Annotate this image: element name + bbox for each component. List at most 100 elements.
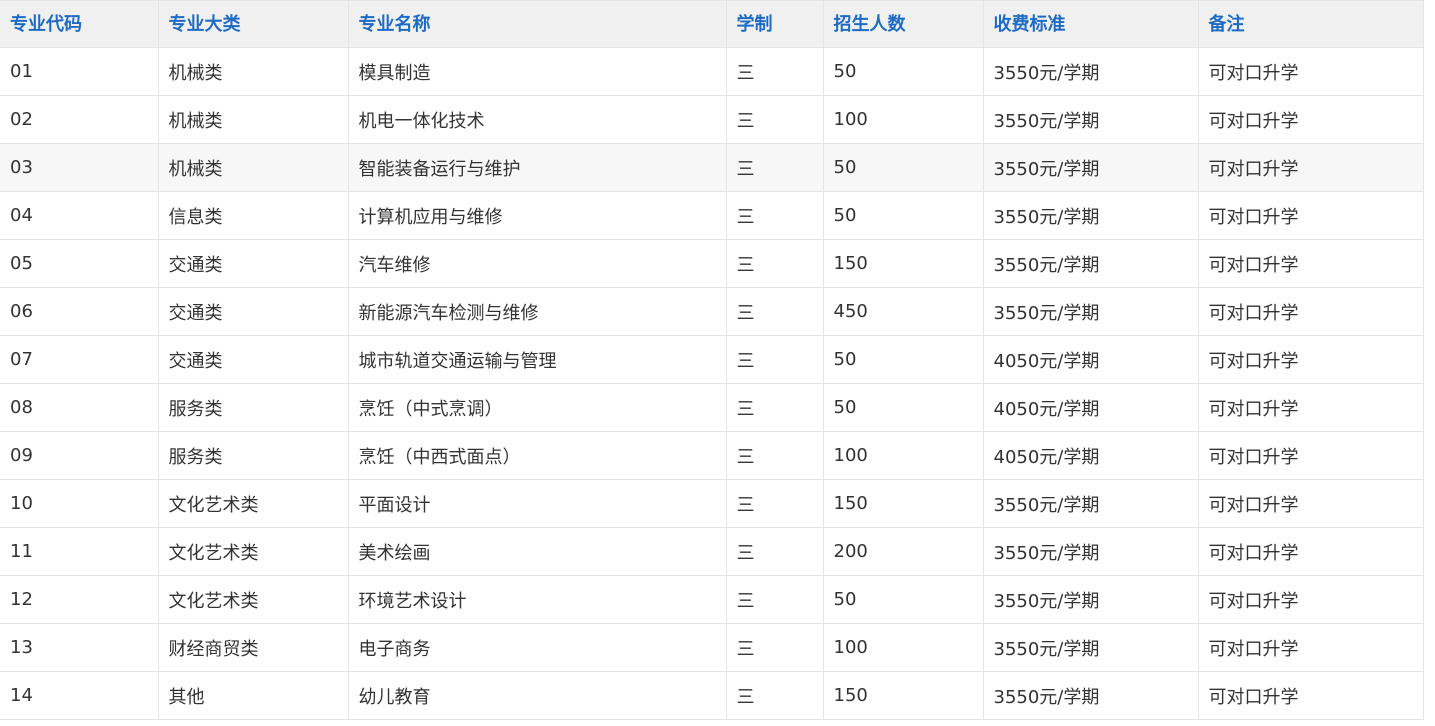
cell-fee: 3550元/学期	[982, 239, 1199, 288]
cell-major-name: 烹饪（中西式面点）	[347, 431, 727, 480]
cell-major-code: 14	[0, 671, 159, 720]
cell-major-category: 交通类	[157, 239, 349, 288]
table-row: 08 服务类 烹饪（中式烹调）三 50 4050元/学期 可对口升学	[0, 383, 1424, 432]
cell-major-category: 机械类	[157, 95, 349, 144]
header-major-category: 专业大类	[157, 0, 349, 48]
cell-enrollment: 150	[822, 239, 984, 288]
cell-remarks: 可对口升学	[1197, 335, 1424, 384]
table-row: 02 机械类 机电一体化技术三 100 3550元/学期 可对口升学	[0, 95, 1424, 144]
cell-enrollment: 450	[822, 287, 984, 336]
cell-remarks: 可对口升学	[1197, 47, 1424, 96]
cell-fee: 3550元/学期	[982, 527, 1199, 576]
table-row: 12 文化艺术类 环境艺术设计三 50 3550元/学期 可对口升学	[0, 575, 1424, 624]
majors-table: 专业代码 专业大类 专业名称 学制 招生人数 收费标准 备注 01 机械类 模具制造…	[0, 0, 1424, 720]
cell-fee: 3550元/学期	[982, 47, 1199, 96]
cell-enrollment: 100	[822, 431, 984, 480]
cell-major-name: 电子商务	[347, 623, 727, 672]
header-major-code: 专业代码	[0, 0, 159, 48]
cell-major-name: 新能源汽车检测与维修	[347, 287, 727, 336]
cell-fee: 3550元/学期	[982, 95, 1199, 144]
table-row: 03 机械类 智能装备运行与维护三 50 3550元/学期 可对口升学	[0, 143, 1424, 192]
cell-duration: 三	[725, 671, 824, 720]
table-row: 04 信息类 计算机应用与维修三 50 3550元/学期 可对口升学	[0, 191, 1424, 240]
table-row: 07 交通类 城市轨道交通运输与管理三 50 4050元/学期 可对口升学	[0, 335, 1424, 384]
cell-major-name: 城市轨道交通运输与管理	[347, 335, 727, 384]
cell-duration: 三	[725, 527, 824, 576]
table-row: 13 财经商贸类 电子商务三 100 3550元/学期 可对口升学	[0, 623, 1424, 672]
cell-fee: 4050元/学期	[982, 335, 1199, 384]
cell-duration: 三	[725, 623, 824, 672]
cell-major-code: 06	[0, 287, 159, 336]
cell-major-code: 07	[0, 335, 159, 384]
cell-major-category: 财经商贸类	[157, 623, 349, 672]
cell-major-code: 05	[0, 239, 159, 288]
cell-major-name: 汽车维修	[347, 239, 727, 288]
cell-remarks: 可对口升学	[1197, 287, 1424, 336]
cell-enrollment: 150	[822, 671, 984, 720]
table-body: 01 机械类 模具制造三 50 3550元/学期 可对口升学 02 机械类 机电一体化技术三 10…	[0, 47, 1424, 720]
table-row: 14 其他 幼儿教育三 150 3550元/学期 可对口升学	[0, 671, 1424, 720]
cell-duration: 三	[725, 239, 824, 288]
cell-major-code: 10	[0, 479, 159, 528]
cell-enrollment: 50	[822, 47, 984, 96]
cell-major-code: 03	[0, 143, 159, 192]
cell-remarks: 可对口升学	[1197, 671, 1424, 720]
cell-major-code: 12	[0, 575, 159, 624]
cell-major-name: 计算机应用与维修	[347, 191, 727, 240]
cell-remarks: 可对口升学	[1197, 575, 1424, 624]
cell-remarks: 可对口升学	[1197, 143, 1424, 192]
table-row: 10 文化艺术类 平面设计三 150 3550元/学期 可对口升学	[0, 479, 1424, 528]
cell-fee: 3550元/学期	[982, 191, 1199, 240]
cell-fee: 3550元/学期	[982, 479, 1199, 528]
cell-duration: 三	[725, 479, 824, 528]
cell-duration: 三	[725, 575, 824, 624]
cell-enrollment: 50	[822, 383, 984, 432]
cell-major-category: 其他	[157, 671, 349, 720]
cell-major-code: 02	[0, 95, 159, 144]
cell-enrollment: 50	[822, 191, 984, 240]
cell-enrollment: 200	[822, 527, 984, 576]
cell-enrollment: 100	[822, 95, 984, 144]
cell-major-name: 幼儿教育	[347, 671, 727, 720]
cell-fee: 3550元/学期	[982, 575, 1199, 624]
cell-major-name: 烹饪（中式烹调）	[347, 383, 727, 432]
cell-major-code: 11	[0, 527, 159, 576]
cell-fee: 3550元/学期	[982, 623, 1199, 672]
cell-major-code: 01	[0, 47, 159, 96]
cell-major-category: 服务类	[157, 383, 349, 432]
cell-remarks: 可对口升学	[1197, 431, 1424, 480]
cell-duration: 三	[725, 383, 824, 432]
cell-major-code: 08	[0, 383, 159, 432]
cell-major-name: 平面设计	[347, 479, 727, 528]
header-fee: 收费标准	[982, 0, 1199, 48]
cell-fee: 3550元/学期	[982, 671, 1199, 720]
cell-major-name: 模具制造	[347, 47, 727, 96]
cell-major-name: 机电一体化技术	[347, 95, 727, 144]
cell-major-name: 美术绘画	[347, 527, 727, 576]
table-row: 05 交通类 汽车维修三 150 3550元/学期 可对口升学	[0, 239, 1424, 288]
cell-duration: 三	[725, 143, 824, 192]
cell-duration: 三	[725, 191, 824, 240]
cell-major-category: 交通类	[157, 335, 349, 384]
cell-major-name: 智能装备运行与维护	[347, 143, 727, 192]
cell-major-category: 机械类	[157, 143, 349, 192]
cell-enrollment: 100	[822, 623, 984, 672]
cell-fee: 4050元/学期	[982, 383, 1199, 432]
table-row: 11 文化艺术类 美术绘画三 200 3550元/学期 可对口升学	[0, 527, 1424, 576]
header-major-name: 专业名称	[347, 0, 727, 48]
cell-major-category: 文化艺术类	[157, 575, 349, 624]
header-duration: 学制	[725, 0, 824, 48]
table-row: 01 机械类 模具制造三 50 3550元/学期 可对口升学	[0, 47, 1424, 96]
cell-remarks: 可对口升学	[1197, 479, 1424, 528]
cell-major-category: 交通类	[157, 287, 349, 336]
cell-major-code: 04	[0, 191, 159, 240]
header-row: 专业代码 专业大类 专业名称 学制 招生人数 收费标准 备注	[0, 0, 1424, 48]
cell-enrollment: 50	[822, 143, 984, 192]
cell-duration: 三	[725, 95, 824, 144]
table-header: 专业代码 专业大类 专业名称 学制 招生人数 收费标准 备注	[0, 0, 1424, 48]
cell-remarks: 可对口升学	[1197, 527, 1424, 576]
cell-remarks: 可对口升学	[1197, 239, 1424, 288]
cell-enrollment: 150	[822, 479, 984, 528]
cell-remarks: 可对口升学	[1197, 383, 1424, 432]
cell-major-category: 服务类	[157, 431, 349, 480]
